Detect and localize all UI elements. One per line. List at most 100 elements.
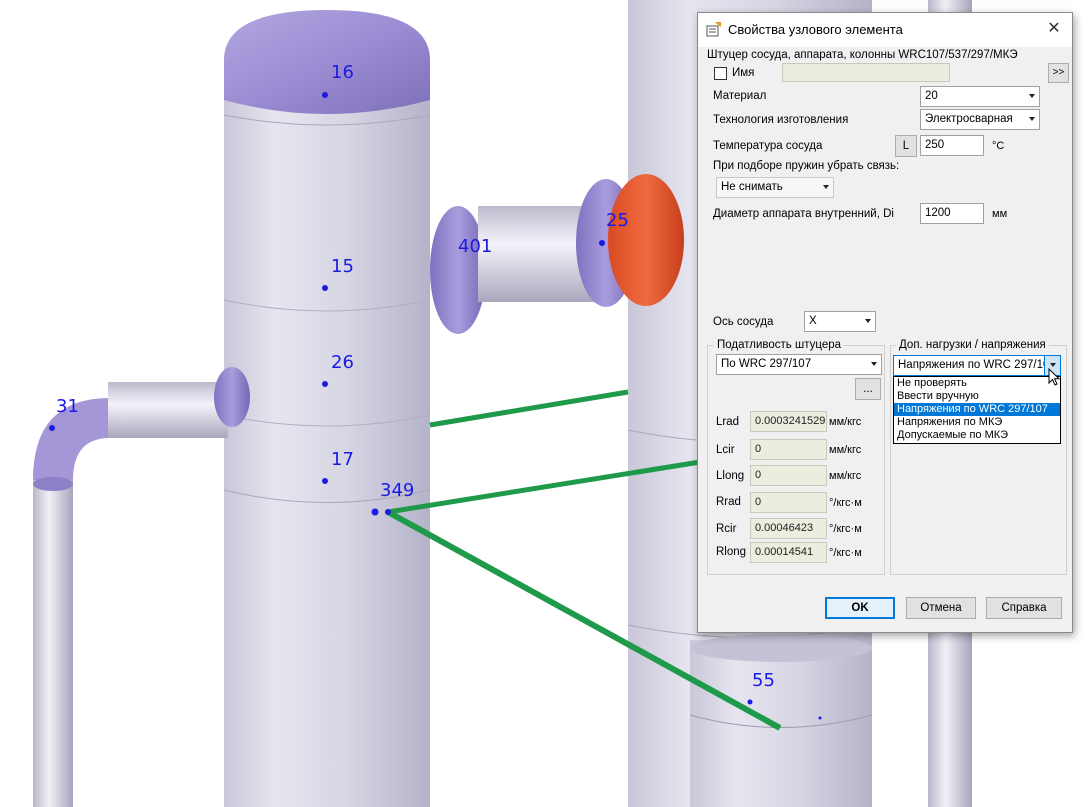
node-label-26: 26 <box>331 352 354 373</box>
main-column <box>224 60 430 807</box>
chevron-down-icon <box>823 185 829 189</box>
temperature-label: Температура сосуда <box>713 140 823 152</box>
tech-select[interactable]: Электросварная <box>920 109 1040 130</box>
spring-label: При подборе пружин убрать связь: <box>713 160 900 172</box>
lrad-unit: мм/кгс <box>829 416 862 428</box>
node-point[interactable] <box>322 92 328 98</box>
name-field[interactable] <box>782 63 950 82</box>
lcir-unit: мм/кгс <box>829 444 862 456</box>
rcir-field[interactable]: 0.00046423 <box>750 518 827 539</box>
lower-vessel <box>690 640 872 807</box>
rlong-field[interactable]: 0.00014541 <box>750 542 827 563</box>
node-label-349: 349 <box>380 480 414 501</box>
rlong-label: Rlong <box>716 546 747 558</box>
node-point[interactable] <box>49 425 55 431</box>
chevron-down-icon <box>865 319 871 323</box>
node-label-31: 31 <box>56 396 79 417</box>
node-label-55: 55 <box>752 670 775 691</box>
flexibility-dots-button[interactable]: ... <box>855 378 881 400</box>
llong-label: Llong <box>716 470 745 482</box>
loads-option[interactable]: Допускаемые по МКЭ <box>894 429 1060 442</box>
nozzle-flange <box>430 206 486 334</box>
loads-dropdown-list: Не проверять Ввести вручную Напряжения п… <box>893 376 1061 444</box>
node-label-401: 401 <box>458 236 492 257</box>
tech-value: Электросварная <box>925 113 1013 125</box>
close-icon[interactable]: ✕ <box>1042 17 1066 41</box>
llong-field[interactable]: 0 <box>750 465 827 486</box>
spring-select[interactable]: Не снимать <box>716 177 834 198</box>
node-point[interactable] <box>747 699 753 705</box>
element-type-subtitle: Штуцер сосуда, аппарата, колонны WRC107/… <box>707 49 1018 61</box>
loads-option[interactable]: Напряжения по МКЭ <box>894 416 1060 429</box>
rrad-label: Rrad <box>716 496 741 508</box>
chevron-down-icon <box>871 362 877 366</box>
column-cap <box>224 10 430 114</box>
loads-group-title: Доп. нагрузки / напряжения <box>896 339 1049 351</box>
loads-option[interactable]: Ввести вручную <box>894 390 1060 403</box>
name-checkbox[interactable] <box>714 67 727 80</box>
dialog-title: Свойства узлового элемента <box>728 22 903 37</box>
dialog-titlebar[interactable]: Свойства узлового элемента ✕ <box>698 13 1072 47</box>
material-label: Материал <box>713 90 767 102</box>
name-label: Имя <box>732 67 755 79</box>
properties-icon <box>706 22 721 37</box>
node-point[interactable] <box>818 716 822 720</box>
loads-selected-value: Напряжения по WRC 297/10 <box>898 359 1050 371</box>
left-pipe-elbow-end <box>33 477 73 491</box>
llong-unit: мм/кгс <box>829 470 862 482</box>
flexibility-method-select[interactable]: По WRC 297/107 <box>716 354 882 375</box>
temperature-unit: °C <box>992 140 1005 152</box>
lcir-field[interactable]: 0 <box>750 439 827 460</box>
rlong-unit: °/кгс·м <box>829 547 862 559</box>
diameter-label: Диаметр аппарата внутренний, Di <box>713 208 894 220</box>
loads-option-selected[interactable]: Напряжения по WRC 297/107 <box>894 403 1060 416</box>
flexibility-method-value: По WRC 297/107 <box>721 358 812 370</box>
chevron-down-icon <box>1029 117 1035 121</box>
node-label-17: 17 <box>331 449 354 470</box>
help-button[interactable]: Справка <box>986 597 1062 619</box>
material-value: 20 <box>925 90 938 102</box>
node-point[interactable] <box>322 381 328 387</box>
left-nozzle-flange <box>214 367 250 427</box>
chevron-down-icon <box>1029 94 1035 98</box>
rrad-unit: °/кгс·м <box>829 497 862 509</box>
loads-select[interactable]: Напряжения по WRC 297/10 <box>893 355 1061 376</box>
loads-option[interactable]: Не проверять <box>894 377 1060 390</box>
rcir-unit: °/кгс·м <box>829 523 862 535</box>
node-label-25: 25 <box>606 210 629 231</box>
lrad-field[interactable]: 0.00032415292 <box>750 411 827 432</box>
nozzle-flange-active <box>608 174 684 306</box>
node-point[interactable] <box>322 478 328 484</box>
left-pipe-vertical <box>33 470 73 807</box>
ok-button[interactable]: OK <box>825 597 895 619</box>
lower-vessel-top <box>690 634 872 662</box>
rrad-field[interactable]: 0 <box>750 492 827 513</box>
axis-select[interactable]: X <box>804 311 876 332</box>
node-label-16: 16 <box>331 62 354 83</box>
flexibility-group-title: Податливость штуцера <box>714 339 845 351</box>
axis-label: Ось сосуда <box>713 316 774 328</box>
chevron-down-icon <box>1050 363 1056 367</box>
diameter-field[interactable]: 1200 <box>920 203 984 224</box>
cancel-button[interactable]: Отмена <box>906 597 976 619</box>
node-point[interactable] <box>385 509 391 515</box>
node-point[interactable] <box>599 240 605 246</box>
more-button[interactable]: >> <box>1048 63 1069 83</box>
diameter-unit: мм <box>992 208 1008 220</box>
node-point[interactable] <box>322 285 328 291</box>
lcir-label: Lcir <box>716 444 735 456</box>
mouse-cursor-icon <box>1048 368 1061 386</box>
spring-value: Не снимать <box>721 181 783 193</box>
node-point[interactable] <box>371 508 379 516</box>
left-pipe-horizontal <box>108 382 228 438</box>
rcir-label: Rcir <box>716 523 737 535</box>
support-line <box>429 389 629 428</box>
temperature-l-button[interactable]: L <box>895 135 917 157</box>
node-label-15: 15 <box>331 256 354 277</box>
axis-value: X <box>809 315 817 327</box>
material-select[interactable]: 20 <box>920 86 1040 107</box>
node-properties-dialog: Свойства узлового элемента ✕ Штуцер сосу… <box>697 12 1073 633</box>
lrad-label: Lrad <box>716 416 740 428</box>
temperature-field[interactable]: 250 <box>920 135 984 156</box>
tech-label: Технология изготовления <box>713 114 849 126</box>
